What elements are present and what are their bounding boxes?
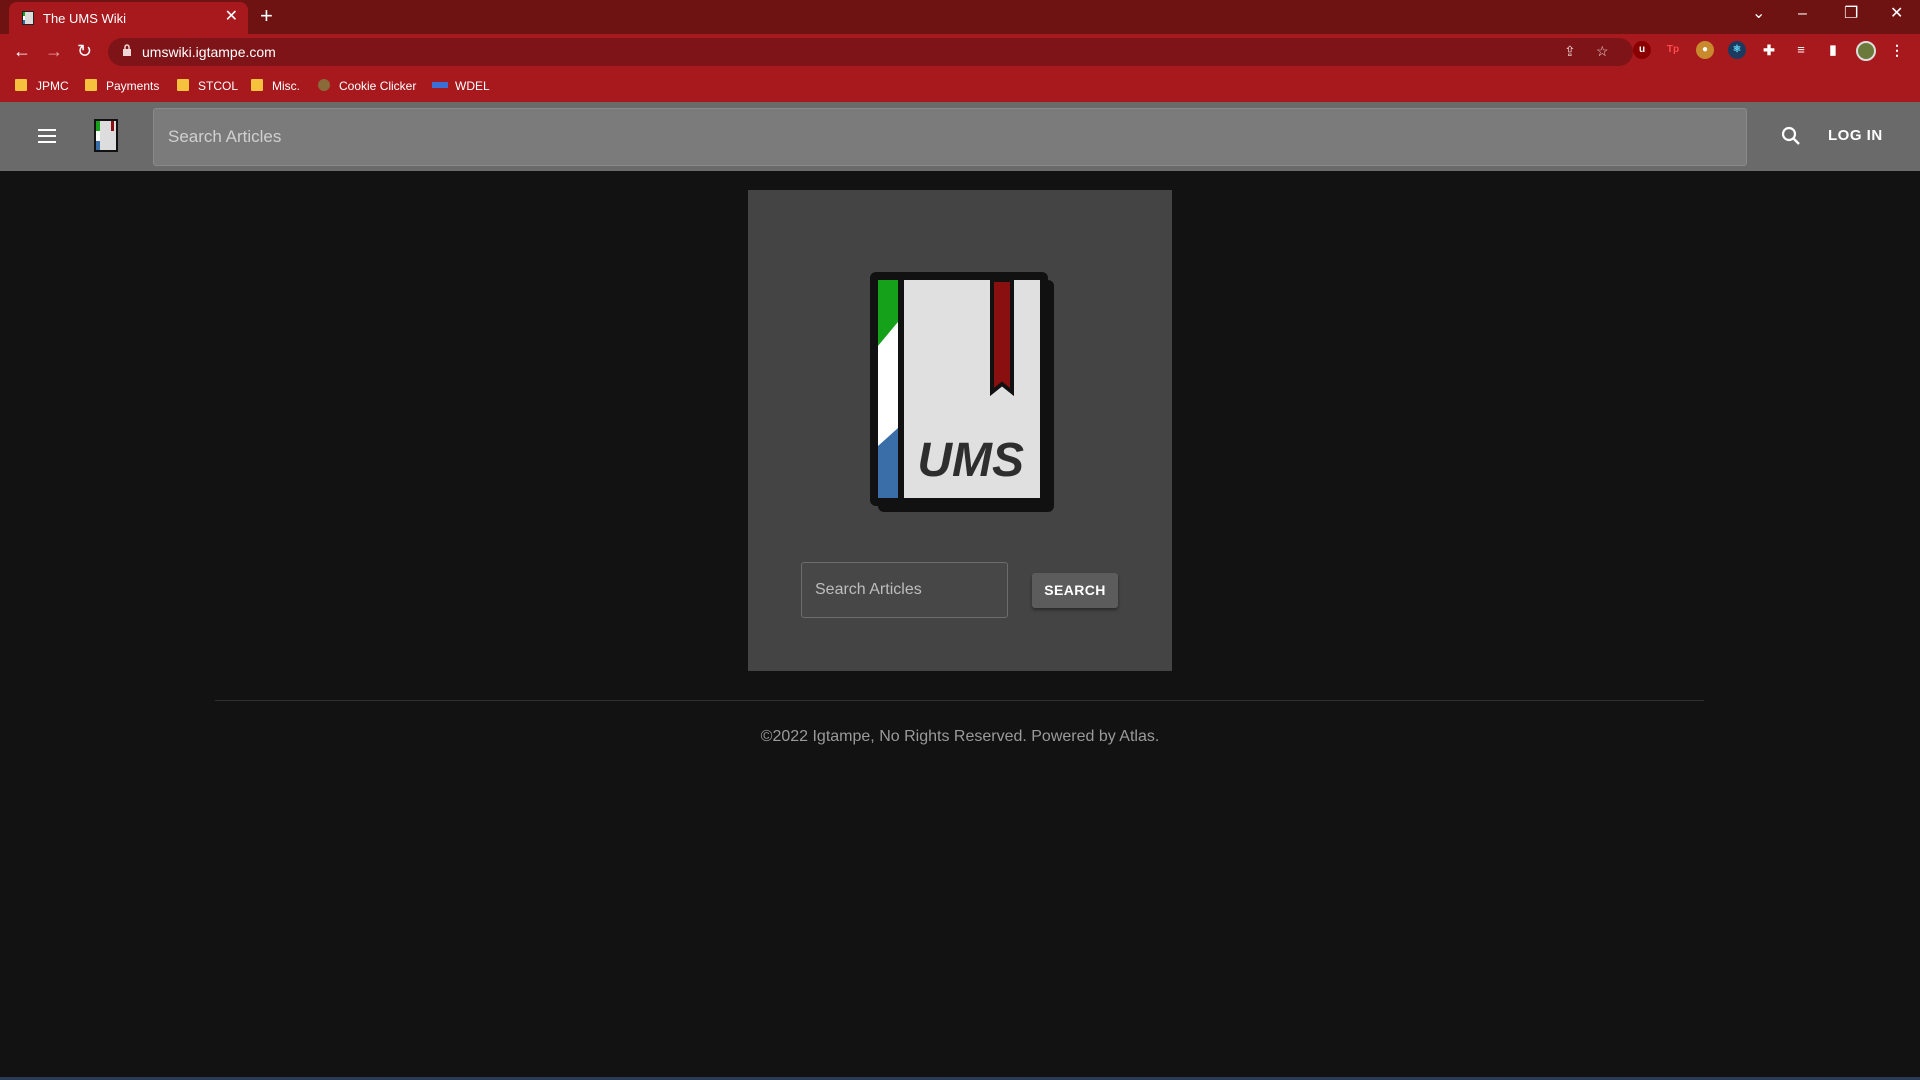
hamburger-menu-icon[interactable] [38,129,56,143]
menu-kebab-icon[interactable]: ⋮ [1888,41,1906,59]
folder-icon [251,79,263,91]
bookmarks-bar: JPMC Payments STCOL Misc. Cookie Clicker… [0,70,1920,102]
url-text: umswiki.igtampe.com [142,44,276,60]
restore-button[interactable]: ❐ [1844,4,1858,24]
bookmark-label: WDEL [455,79,490,93]
tp-extension-icon[interactable]: Tp [1664,41,1682,59]
footer-text: ©2022 Igtampe, No Rights Reserved. Power… [760,728,1160,745]
bookmark-misc[interactable]: Misc. [251,79,300,95]
back-arrow-icon[interactable]: ← [13,41,31,61]
appbar-search-input[interactable]: Search Articles [153,108,1747,166]
browser-titlebar: The UMS Wiki ✕ + ⌄ – ❐ ✕ [0,0,1920,34]
bookmark-payments[interactable]: Payments [85,79,159,95]
bookmark-label: JPMC [36,79,69,93]
search-icon[interactable] [1781,126,1801,146]
bookmark-label: Misc. [272,79,300,93]
login-button[interactable]: LOG IN [1828,127,1883,144]
divider [215,700,1704,701]
ums-logo-small[interactable] [93,119,119,153]
app-bar: Search Articles LOG IN [0,102,1920,171]
lock-icon [122,44,132,60]
bookmark-jpmc[interactable]: JPMC [15,79,69,95]
bookmark-label: Payments [106,79,160,93]
search-button[interactable]: SEARCH [1032,573,1118,608]
bookmark-star-icon[interactable]: ☆ [1596,43,1609,60]
bookmark-label: Cookie Clicker [339,79,417,93]
browser-tab[interactable]: The UMS Wiki ✕ [9,2,248,34]
tab-title: The UMS Wiki [43,11,127,26]
react-devtools-icon[interactable]: ⚛ [1728,41,1746,59]
extensions-puzzle-icon[interactable]: ✚ [1760,41,1778,59]
tab-close-icon[interactable]: ✕ [225,8,238,26]
share-icon[interactable]: ⇪ [1564,43,1576,60]
reload-icon[interactable]: ↻ [77,41,92,61]
bookmark-stcol[interactable]: STCOL [177,79,238,95]
bookmark-label: STCOL [198,79,239,93]
wdel-icon [432,82,448,88]
media-controls-icon[interactable]: ≡ [1792,41,1810,59]
address-bar[interactable]: umswiki.igtampe.com ⇪ ☆ [108,38,1633,66]
browser-toolbar: ← → ↻ umswiki.igtampe.com ⇪ ☆ [0,34,1920,70]
cookie-extension-icon[interactable]: ● [1696,41,1714,59]
folder-icon [177,79,189,91]
folder-icon [15,79,27,91]
favicon-icon [22,11,34,25]
home-card: UMS Search Articles SEARCH [748,190,1172,671]
side-panel-icon[interactable]: ▮ [1824,41,1842,59]
profile-avatar[interactable] [1856,41,1876,61]
close-window-button[interactable]: ✕ [1890,4,1903,24]
new-tab-button[interactable]: + [260,4,273,28]
folder-icon [85,79,97,91]
ublock-extension-icon[interactable]: u [1633,41,1651,59]
tab-search-chevron-icon[interactable]: ⌄ [1752,4,1765,24]
main-search-input[interactable]: Search Articles [801,562,1008,618]
bookmark-cookie-clicker[interactable]: Cookie Clicker [318,79,416,95]
bookmark-wdel[interactable]: WDEL [432,79,490,95]
logo-text: UMS [917,434,1024,487]
ums-book-logo: UMS [870,272,1054,512]
minimize-button[interactable]: – [1798,4,1807,24]
forward-arrow-icon[interactable]: → [45,41,63,61]
cookie-icon [318,79,330,91]
